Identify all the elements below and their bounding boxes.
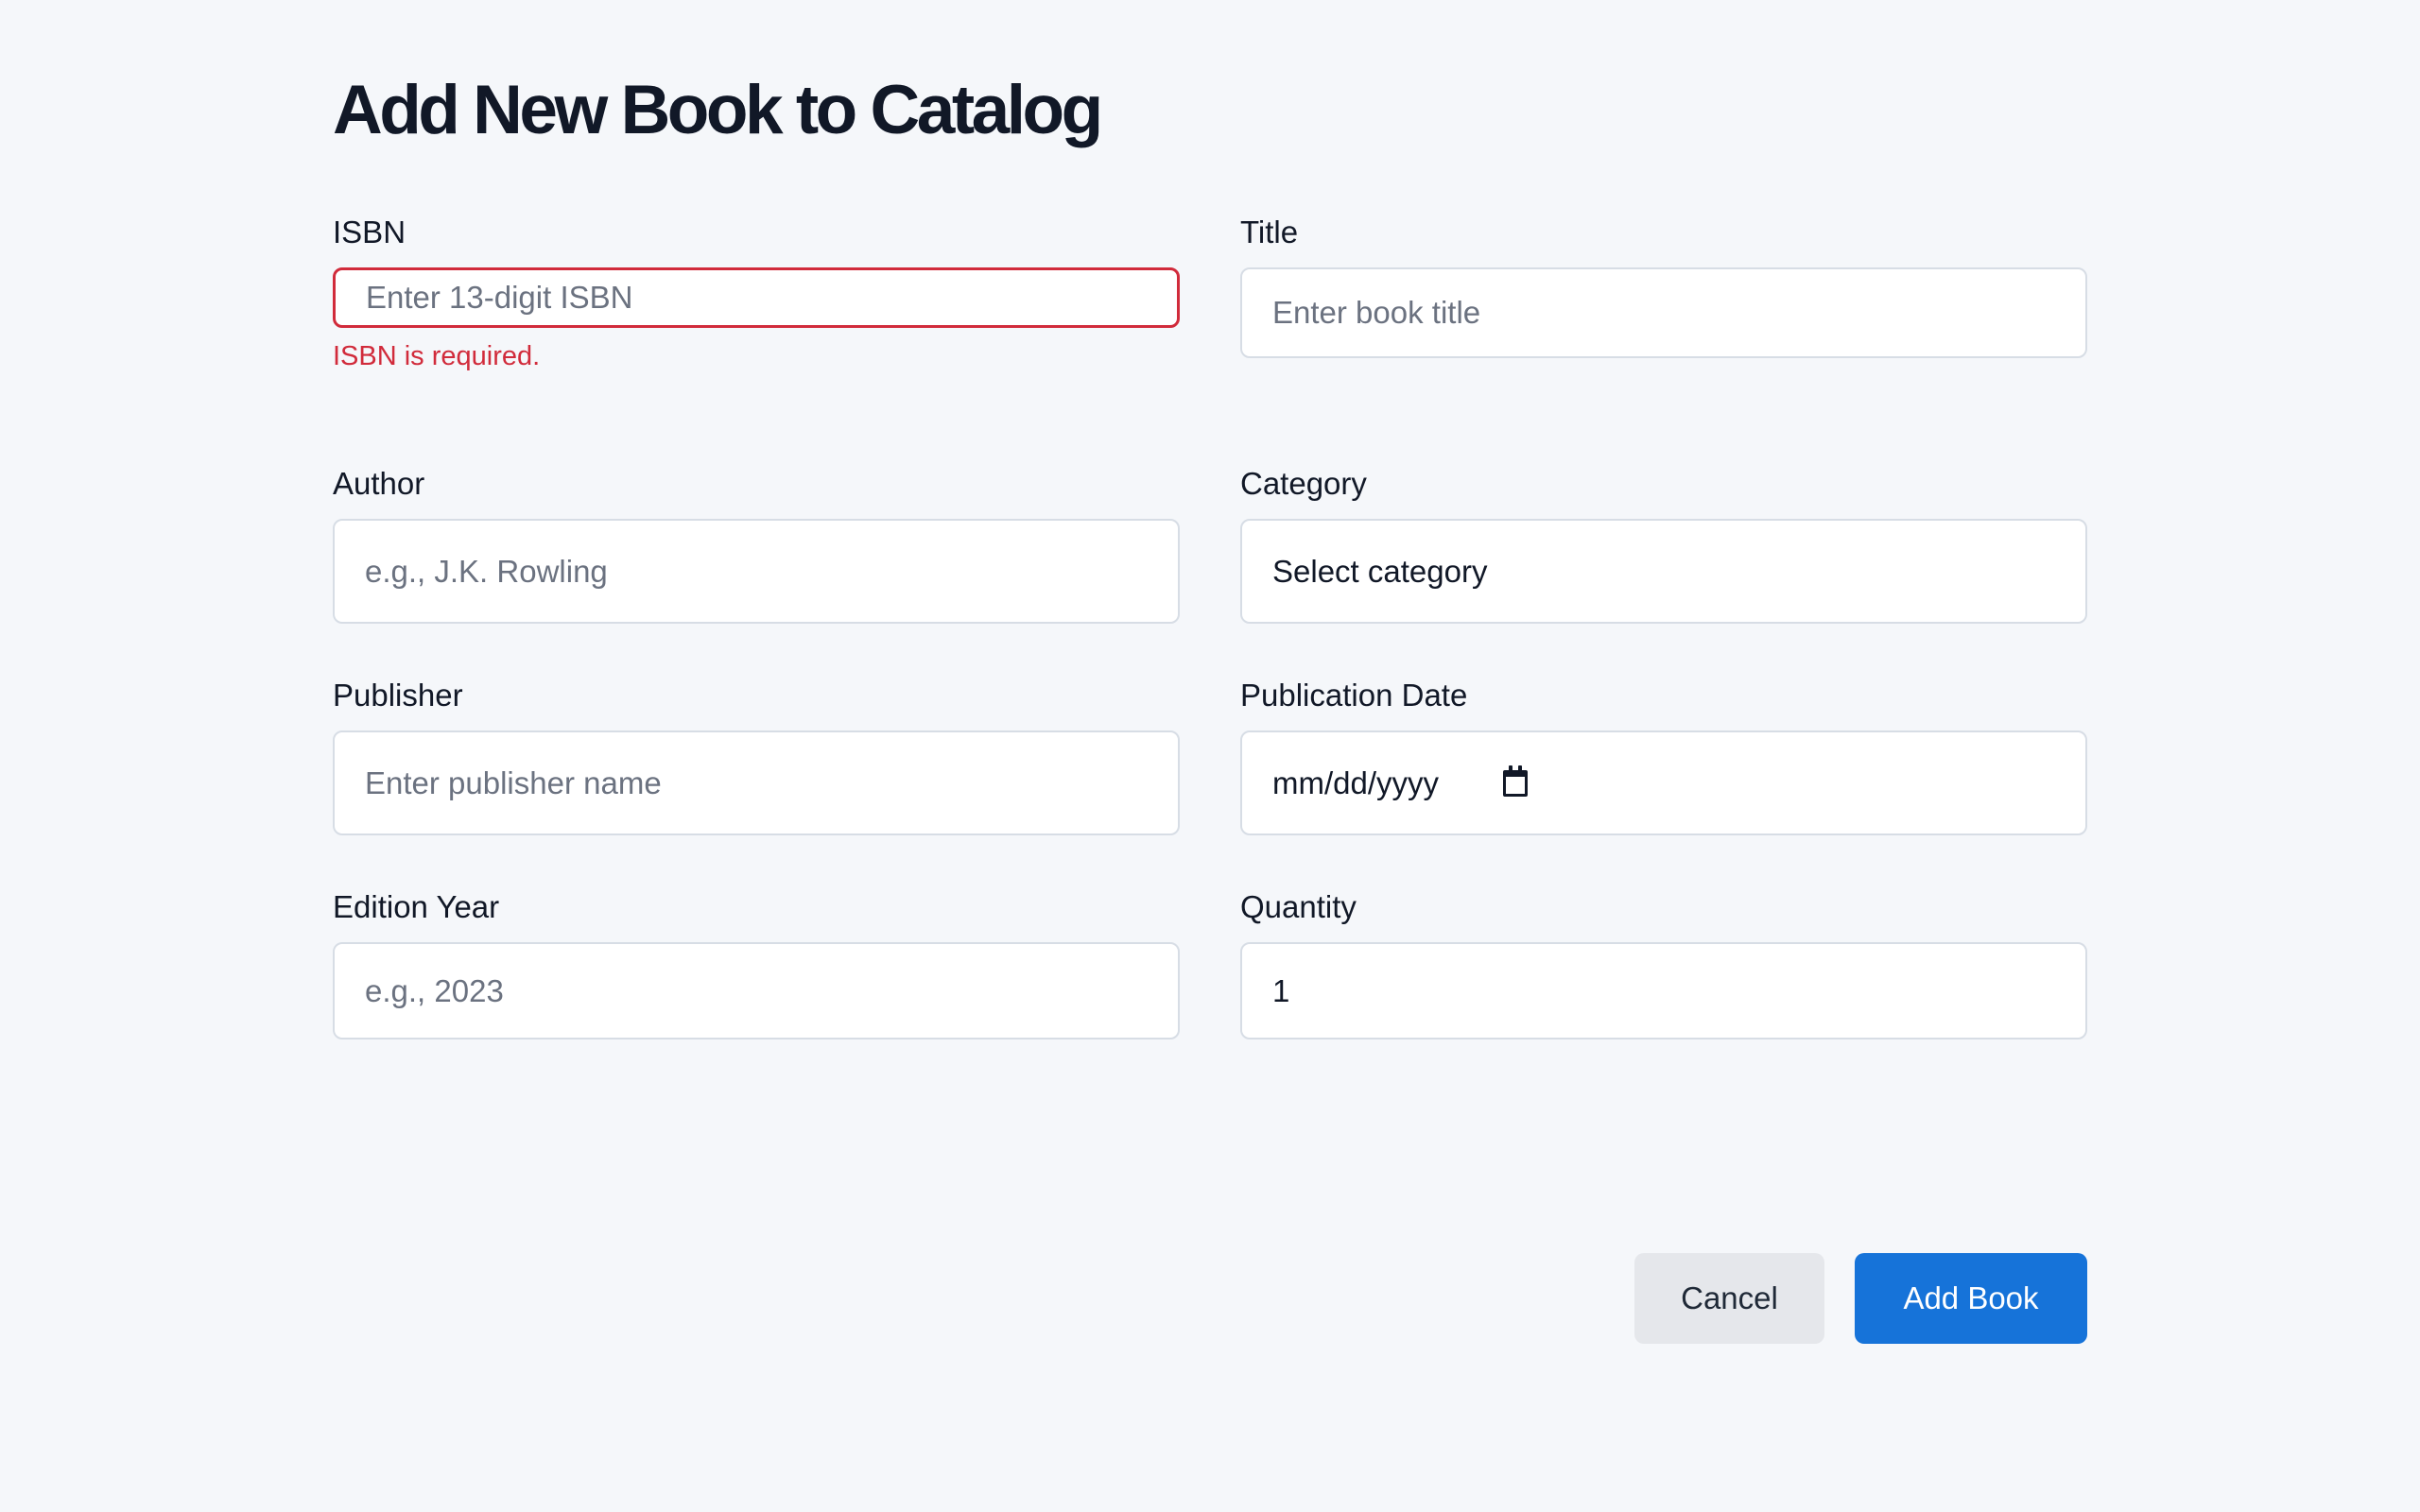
edition-year-input[interactable]: e.g., 2023 [333,942,1180,1040]
quantity-label: Quantity [1240,889,1357,924]
isbn-placeholder: Enter 13-digit ISBN [366,280,633,315]
page-title: Add New Book to Catalog [333,72,1103,148]
add-book-page: Add New Book to Catalog ISBN Enter 13-di… [333,68,2087,1344]
category-label: Category [1240,466,1367,501]
publisher-placeholder: Enter publisher name [365,765,662,800]
publication-date-input[interactable]: mm/dd/yyyy [1240,730,2087,835]
edition-year-field: Edition Year e.g., 2023 [333,888,1180,1040]
isbn-input[interactable]: Enter 13-digit ISBN [333,267,1180,328]
isbn-error-message: ISBN is required. [333,341,541,371]
calendar-icon[interactable] [1503,765,1529,797]
publication-date-field: Publication Date mm/dd/yyyy [1240,677,2087,835]
edition-year-label: Edition Year [333,889,500,924]
title-label: Title [1240,215,1299,249]
publication-date-value: mm/dd/yyyy [1272,765,1440,800]
quantity-value: 1 [1272,972,1290,1008]
add-book-form: ISBN Enter 13-digit ISBN ISBN is require… [333,214,2087,1344]
title-field: Title Enter book title [1240,214,2087,358]
publisher-label: Publisher [333,678,463,713]
author-placeholder: e.g., J.K. Rowling [365,553,608,589]
category-select[interactable]: Select category [1240,519,2087,624]
add-book-button[interactable]: Add Book [1855,1253,2087,1344]
form-actions: Cancel Add Book [1634,1253,2087,1344]
author-label: Author [333,466,425,501]
author-field: Author e.g., J.K. Rowling [333,465,1180,624]
author-input[interactable]: e.g., J.K. Rowling [333,519,1180,624]
cancel-button[interactable]: Cancel [1634,1253,1824,1344]
publication-date-label: Publication Date [1240,678,1468,713]
category-selected-value: Select category [1272,553,1488,589]
isbn-field: ISBN Enter 13-digit ISBN ISBN is require… [333,214,1180,373]
publisher-input[interactable]: Enter publisher name [333,730,1180,835]
title-placeholder: Enter book title [1272,295,1481,330]
category-field: Category Select category [1240,465,2087,624]
quantity-input[interactable]: 1 [1240,942,2087,1040]
publisher-field: Publisher Enter publisher name [333,677,1180,835]
title-input[interactable]: Enter book title [1240,267,2087,358]
quantity-field: Quantity 1 [1240,888,2087,1040]
isbn-label: ISBN [333,215,406,249]
edition-year-placeholder: e.g., 2023 [365,972,504,1008]
